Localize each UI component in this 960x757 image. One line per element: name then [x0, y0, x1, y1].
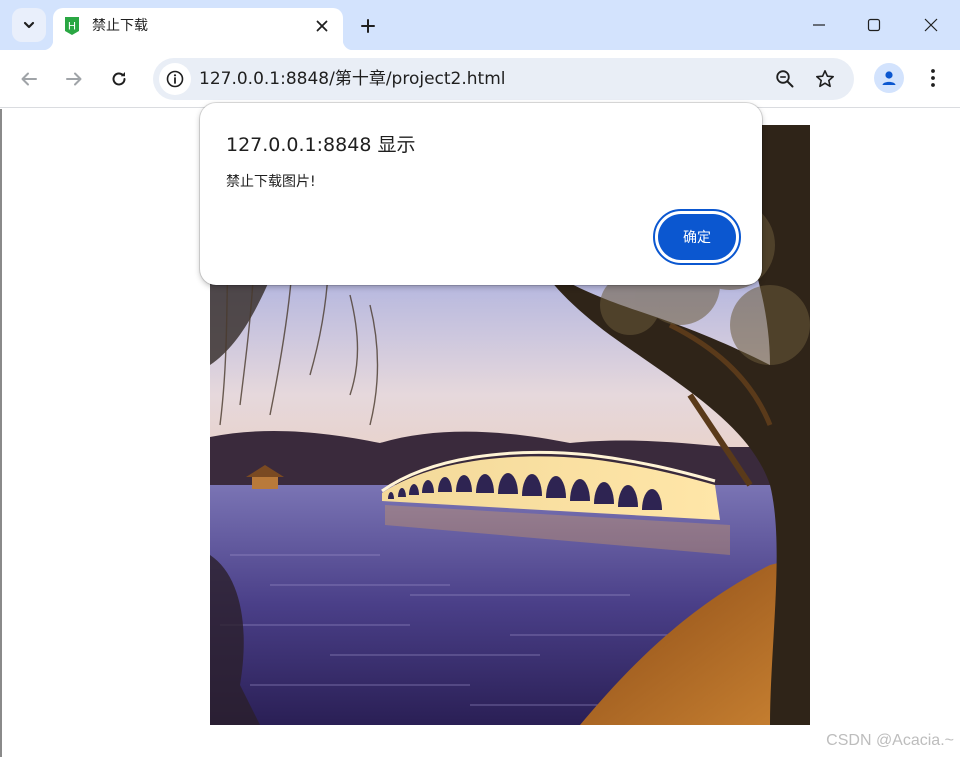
minimize-button[interactable] — [802, 8, 836, 42]
arrow-left-icon — [21, 72, 37, 86]
window-close-icon — [924, 18, 938, 32]
tab-strip: H 禁止下载 — [0, 0, 960, 50]
ok-button-label: 确定 — [658, 214, 736, 260]
bookmark-button[interactable] — [810, 64, 840, 94]
dialog-title: 127.0.0.1:8848 显示 — [226, 134, 416, 156]
tab-close-button[interactable] — [311, 15, 333, 37]
minimize-icon — [813, 24, 825, 26]
site-info-button[interactable] — [159, 63, 191, 95]
plus-icon — [361, 19, 375, 33]
profile-button[interactable] — [874, 63, 904, 93]
zoom-button[interactable] — [770, 64, 800, 94]
zoom-out-icon — [776, 70, 794, 88]
reload-icon — [112, 72, 126, 86]
more-vert-icon — [931, 69, 935, 87]
maximize-button[interactable] — [857, 8, 891, 42]
browser-toolbar: 127.0.0.1:8848/第十章/project2.html — [0, 50, 960, 108]
csdn-watermark: CSDN @Acacia.~ — [826, 732, 954, 749]
dialog-message: 禁止下载图片! — [226, 174, 316, 190]
star-icon — [816, 70, 834, 88]
arrow-right-icon — [66, 72, 82, 86]
chevron-down-icon — [23, 21, 35, 29]
avatar-icon — [882, 71, 896, 85]
back-button[interactable] — [12, 62, 46, 96]
ok-button[interactable]: 确定 — [653, 209, 741, 265]
url-text[interactable]: 127.0.0.1:8848/第十章/project2.html — [199, 68, 506, 90]
new-tab-button[interactable] — [354, 12, 382, 40]
tab-search-button[interactable] — [12, 8, 46, 42]
favicon-letter: H — [68, 21, 76, 33]
forward-button[interactable] — [57, 62, 91, 96]
browser-menu-button[interactable] — [918, 63, 948, 93]
close-icon — [316, 20, 328, 32]
alert-dialog: 127.0.0.1:8848 显示 禁止下载图片! 确定 — [200, 103, 762, 285]
maximize-icon — [867, 18, 881, 32]
active-tab[interactable]: H 禁止下载 — [43, 8, 353, 50]
reload-button[interactable] — [102, 62, 136, 96]
info-icon — [166, 70, 184, 88]
window-close-button[interactable] — [914, 8, 948, 42]
hbuilder-favicon-icon: H — [65, 17, 79, 35]
tab-title: 禁止下载 — [92, 18, 148, 34]
address-bar[interactable]: 127.0.0.1:8848/第十章/project2.html — [153, 58, 854, 100]
